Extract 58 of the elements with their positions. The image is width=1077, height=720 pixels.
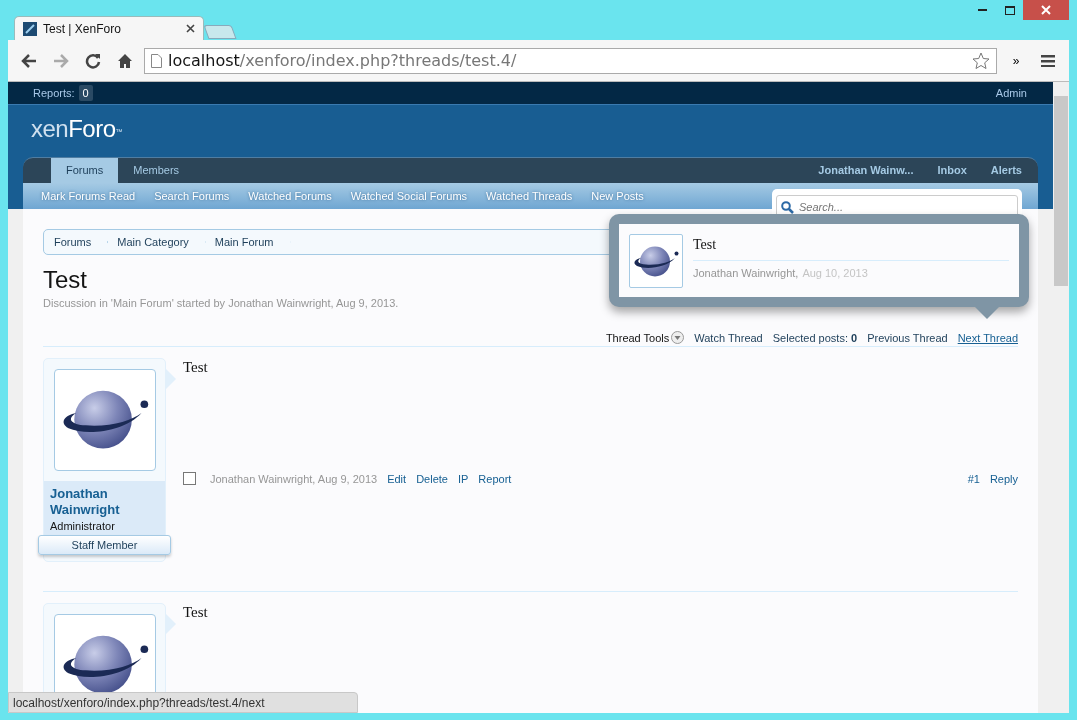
page-icon (151, 53, 162, 68)
user-title: Administrator (50, 519, 116, 534)
account-link[interactable]: Jonathan Wainw... (818, 162, 914, 179)
minimize-icon (978, 9, 987, 11)
back-arrow-icon (21, 53, 37, 68)
post-action-link[interactable]: IP (457, 470, 469, 487)
account-link[interactable]: Alerts (990, 162, 1022, 179)
reload-icon (85, 52, 101, 69)
menu-icon (1041, 54, 1055, 67)
post-action-link[interactable]: Report (478, 470, 512, 487)
forward-arrow-icon (53, 53, 69, 68)
maximize-icon (1004, 5, 1015, 15)
scrollbar-thumb[interactable] (1054, 96, 1068, 286)
post-byline: Jonathan Wainwright, Aug 9, 2013 (210, 471, 378, 487)
dropdown-caret-icon (671, 331, 685, 345)
admin-link[interactable]: Admin (995, 84, 1027, 102)
search-icon (781, 201, 794, 214)
reports-link[interactable]: Reports: 0 (33, 84, 93, 102)
avatar-frame[interactable] (53, 369, 156, 471)
page-favicon-icon (23, 21, 37, 36)
status-url-tooltip: localhost/xenforo/index.php?threads/test.4/next (8, 692, 358, 713)
scrollbar[interactable] (1053, 82, 1069, 713)
staff-member-banner: Staff Member (38, 534, 171, 555)
address-bar[interactable]: localhost/xenforo/index.php?threads/test.4/ (144, 47, 997, 74)
extensions-overflow-button[interactable]: » (1003, 47, 1029, 74)
nav-tab[interactable]: Members (118, 158, 195, 183)
url-text: localhost/xenforo/index.php?threads/test.4/ (168, 49, 518, 72)
preview-author: Jonathan Wainwright, (693, 267, 799, 279)
post-message: Test (183, 358, 209, 377)
star-icon[interactable] (972, 51, 990, 70)
breadcrumb-link[interactable]: Main Category (107, 230, 206, 254)
site-logo[interactable]: xenForo$^{™}$ (23, 115, 1038, 143)
post-number-link[interactable]: #1 (967, 470, 980, 487)
post-action-link[interactable]: Edit (387, 470, 407, 487)
reports-count: 0 (78, 84, 93, 102)
thread-title: Test (43, 265, 87, 295)
close-icon (1041, 5, 1051, 15)
thread-description: Discussion in 'Main Forum' started by Jonathan Wainwright, Aug 9, 2013. (43, 296, 399, 311)
thread-tool-link[interactable]: Next Thread (957, 329, 1018, 346)
account-link[interactable]: Inbox (937, 162, 967, 179)
username-link[interactable]: Jonathan Wainwright (50, 486, 159, 518)
breadcrumb-link[interactable]: Forums (44, 230, 109, 254)
thread-tools-menu[interactable]: Thread Tools (605, 329, 685, 346)
breadcrumb-link[interactable]: Main Forum (204, 230, 291, 254)
post-action-link[interactable]: Delete (416, 470, 448, 487)
close-icon[interactable] (186, 24, 195, 33)
select-post-checkbox[interactable] (183, 472, 196, 486)
tab-title: Test | XenForo (43, 20, 122, 38)
nav-tab[interactable]: Forums (51, 158, 119, 183)
thread-tool-link[interactable]: Selected posts: 0 (772, 329, 858, 346)
thread-tool-link[interactable]: Previous Thread (867, 329, 948, 346)
post-message: Test (183, 602, 209, 622)
thread-tool-link[interactable]: Watch Thread (694, 329, 763, 346)
preview-title: Test (693, 234, 1009, 261)
browser-tab[interactable]: Test | XenForo (14, 16, 204, 40)
close-button[interactable] (1023, 0, 1069, 20)
home-icon (117, 52, 133, 69)
reply-link[interactable]: Reply (989, 470, 1018, 487)
